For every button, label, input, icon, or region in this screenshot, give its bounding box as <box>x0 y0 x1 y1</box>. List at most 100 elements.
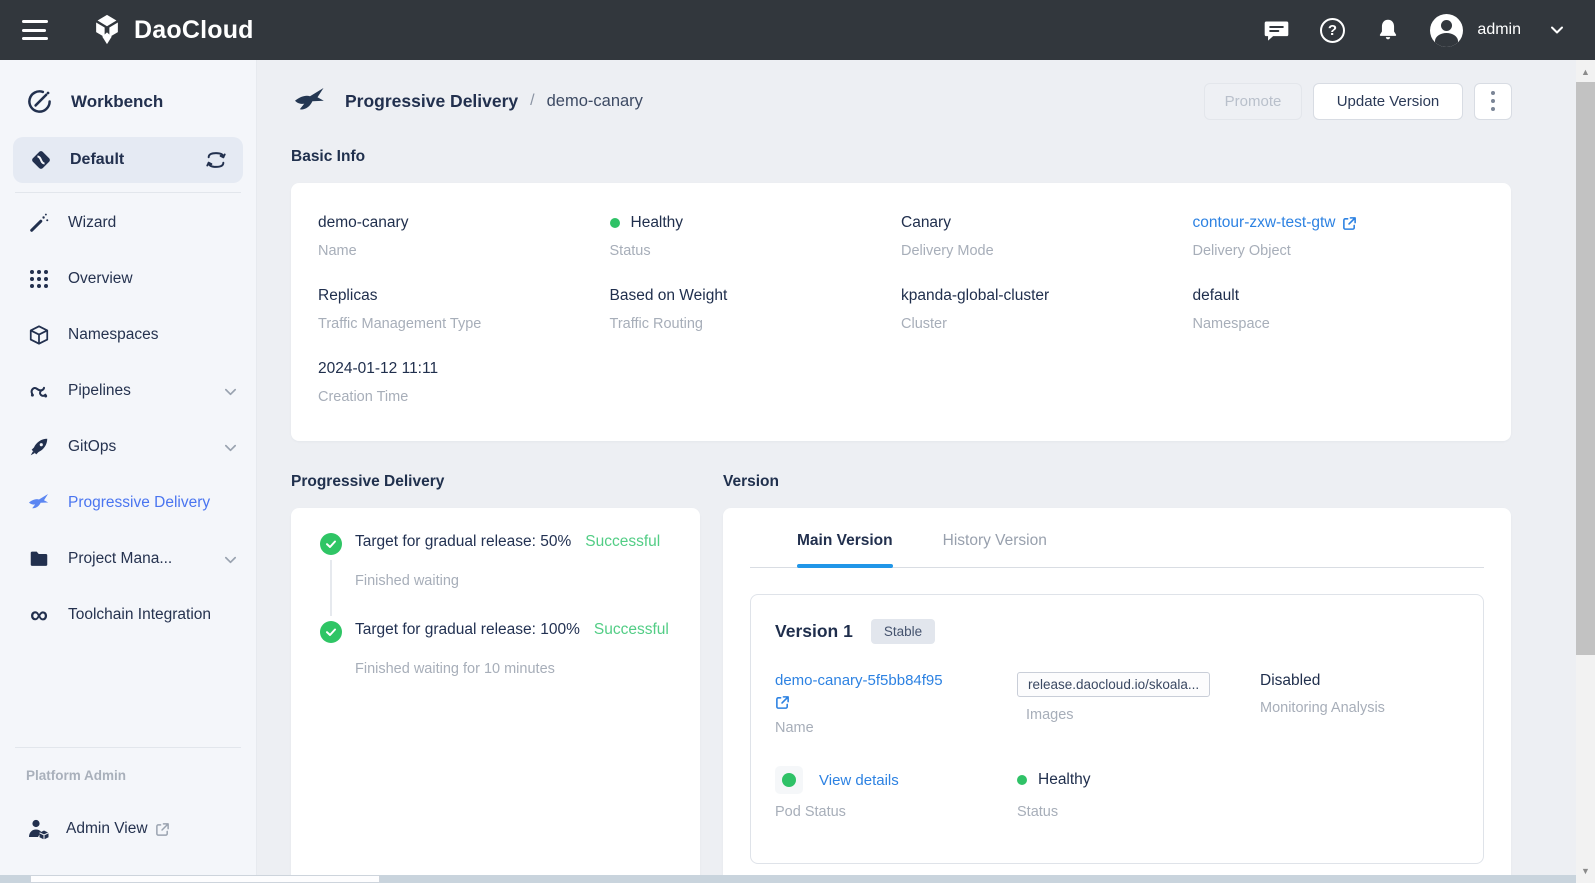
sidebar-item-overview[interactable]: Overview <box>0 251 256 307</box>
switch-workspace-icon[interactable] <box>205 149 227 171</box>
brand-logo[interactable]: DaoCloud <box>90 13 254 47</box>
chevron-down-icon[interactable] <box>1549 22 1565 38</box>
rocket-icon <box>26 436 52 458</box>
stable-badge: Stable <box>871 619 935 644</box>
sidebar-item-wizard[interactable]: Wizard <box>0 195 256 251</box>
field-label: Namespace <box>1193 316 1485 332</box>
field-value: Replicas <box>318 286 610 306</box>
bird-icon <box>291 85 329 118</box>
sidebar-item-project-management[interactable]: Project Mana... <box>0 531 256 587</box>
workspace-name: Default <box>70 151 124 169</box>
more-actions-button[interactable] <box>1474 83 1512 120</box>
external-link-icon <box>155 822 170 837</box>
main-content: Progressive Delivery / demo-canary Promo… <box>257 60 1576 883</box>
field-value: demo-canary <box>318 213 610 233</box>
user-name: admin <box>1477 21 1521 39</box>
workbench-header: Workbench <box>0 60 256 135</box>
status-dot <box>610 218 620 228</box>
pod-status-dot <box>782 773 796 787</box>
sidebar-item-admin-view[interactable]: Admin View <box>0 803 256 855</box>
check-circle-icon <box>320 621 342 643</box>
sidebar: Workbench Default Wizard Ov <box>0 60 257 883</box>
infinity-icon: ∞ <box>26 605 52 625</box>
field-label: Status <box>1017 804 1260 820</box>
field-label: Name <box>775 720 1017 736</box>
release-step-2: Target for gradual release: 100% Success… <box>320 621 680 709</box>
scroll-down-arrow[interactable]: ▼ <box>1576 861 1595 881</box>
field-value: Healthy <box>631 214 684 232</box>
horizontal-scrollbar-thumb[interactable] <box>30 875 380 883</box>
field-delivery-mode: Canary Delivery Mode <box>901 213 1193 259</box>
vertical-scrollbar[interactable]: ▲ ▼ <box>1576 60 1595 883</box>
tab-history-version[interactable]: History Version <box>943 532 1047 566</box>
chevron-down-icon[interactable] <box>223 384 238 399</box>
delivery-object-link[interactable]: contour-zxw-test-gtw <box>1193 214 1336 232</box>
breadcrumb-separator: / <box>530 92 534 110</box>
bell-icon[interactable] <box>1374 16 1402 44</box>
field-label: Images <box>1026 707 1260 723</box>
tab-main-version[interactable]: Main Version <box>797 532 893 566</box>
top-header: DaoCloud ? admin <box>0 0 1595 60</box>
menu-icon[interactable] <box>22 20 48 40</box>
sidebar-item-label: Toolchain Integration <box>68 606 211 624</box>
version-1-card: Version 1 Stable demo-canary-5f5bb84f95 … <box>750 594 1484 864</box>
external-link-icon[interactable] <box>1342 216 1357 231</box>
chevron-down-icon[interactable] <box>223 552 238 567</box>
sidebar-item-label: Pipelines <box>68 382 131 400</box>
field-value: default <box>1193 286 1485 306</box>
image-chip[interactable]: release.daocloud.io/skoala... <box>1017 672 1210 697</box>
avatar[interactable] <box>1430 14 1463 47</box>
field-value: Canary <box>901 213 1193 233</box>
field-label: Pod Status <box>775 804 1017 820</box>
cube-icon <box>26 324 52 346</box>
basic-info-card: demo-canary Name Healthy Status Canary D… <box>291 183 1511 441</box>
view-details-link[interactable]: View details <box>819 772 899 789</box>
help-icon[interactable]: ? <box>1318 16 1346 44</box>
promote-button[interactable]: Promote <box>1204 83 1302 120</box>
horizontal-scrollbar[interactable] <box>0 875 1576 883</box>
field-value: Healthy <box>1038 771 1091 789</box>
step-detail: Finished waiting for 10 minutes <box>355 661 669 677</box>
pod-name-link[interactable]: demo-canary-5f5bb84f95 <box>775 672 943 689</box>
field-label: Creation Time <box>318 389 610 405</box>
version-title: Version <box>723 473 779 491</box>
version-pod-status: View details Pod Status <box>775 766 1017 820</box>
sidebar-divider <box>15 747 241 748</box>
daocloud-cube-icon <box>90 13 124 47</box>
version-pod-name: demo-canary-5f5bb84f95 Name <box>775 672 1017 736</box>
vertical-scrollbar-thumb[interactable] <box>1576 82 1595 655</box>
field-value: 2024-01-12 11:11 <box>318 359 610 379</box>
sidebar-item-gitops[interactable]: GitOps <box>0 419 256 475</box>
field-traffic-routing: Based on Weight Traffic Routing <box>610 286 902 332</box>
sidebar-item-label: Progressive Delivery <box>68 494 210 512</box>
field-cluster: kpanda-global-cluster Cluster <box>901 286 1193 332</box>
release-step-1: Target for gradual release: 50% Successf… <box>320 533 680 621</box>
scroll-up-arrow[interactable]: ▲ <box>1576 62 1595 82</box>
sidebar-item-namespaces[interactable]: Namespaces <box>0 307 256 363</box>
chat-icon[interactable] <box>1262 16 1290 44</box>
field-label: Delivery Object <box>1193 243 1485 259</box>
update-version-button[interactable]: Update Version <box>1313 83 1463 120</box>
sidebar-item-label: GitOps <box>68 438 116 456</box>
sidebar-item-label: Admin View <box>66 820 148 838</box>
sidebar-item-label: Wizard <box>68 214 116 232</box>
brand-name: DaoCloud <box>134 16 254 45</box>
step-status: Successful <box>594 621 669 639</box>
wand-icon <box>26 212 52 234</box>
workspace-selector[interactable]: Default <box>13 137 243 183</box>
workspace-icon <box>29 148 53 172</box>
kebab-icon <box>1491 91 1495 111</box>
step-status: Successful <box>585 533 660 551</box>
sidebar-divider <box>15 192 241 193</box>
breadcrumb-parent[interactable]: Progressive Delivery <box>345 91 518 112</box>
progressive-delivery-title: Progressive Delivery <box>291 473 444 491</box>
workbench-title: Workbench <box>71 92 163 112</box>
sidebar-item-progressive-delivery[interactable]: Progressive Delivery <box>0 475 256 531</box>
chevron-down-icon[interactable] <box>223 440 238 455</box>
sidebar-item-label: Overview <box>68 270 133 288</box>
external-link-icon[interactable] <box>775 695 1017 710</box>
progressive-delivery-card: Target for gradual release: 50% Successf… <box>291 508 700 883</box>
sidebar-item-toolchain-integration[interactable]: ∞ Toolchain Integration <box>0 587 256 643</box>
field-delivery-object: contour-zxw-test-gtw Delivery Object <box>1193 213 1485 259</box>
sidebar-item-pipelines[interactable]: Pipelines <box>0 363 256 419</box>
